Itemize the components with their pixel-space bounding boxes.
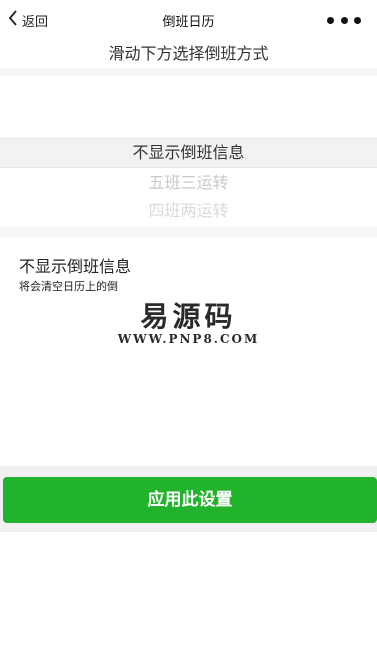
description-text: 将会清空日历上的倒 xyxy=(19,280,118,293)
watermark-logo: 易源码 xyxy=(140,300,237,333)
picker-option[interactable]: 四班两运转 xyxy=(0,198,377,224)
description-panel: 不显示倒班信息 将会清空日历上的倒 xyxy=(0,237,377,466)
description-title: 不显示倒班信息 xyxy=(19,257,132,276)
picker-hint: 滑动下方选择倒班方式 xyxy=(0,40,377,68)
picker-fade xyxy=(0,76,377,136)
button-area: 应用此设置 xyxy=(0,466,377,532)
picker-option-selected[interactable]: 不显示倒班信息 xyxy=(0,140,377,166)
bottom-blank xyxy=(0,532,377,646)
apply-settings-button[interactable]: 应用此设置 xyxy=(3,477,377,523)
more-button[interactable] xyxy=(327,12,361,28)
more-dots-icon xyxy=(354,16,361,24)
page-title: 倒班日历 xyxy=(162,15,215,30)
more-dots-icon xyxy=(340,16,348,24)
page: 返回 倒班日历 滑动下方选择倒班方式 不显示倒班信息 五班三运转 四班两运转 不… xyxy=(0,0,377,646)
more-dots-icon xyxy=(327,16,334,24)
watermark-url: WWW.PNP8.COM xyxy=(117,332,260,346)
navigation-bar: 返回 倒班日历 xyxy=(0,0,377,40)
shift-picker[interactable]: 不显示倒班信息 五班三运转 四班两运转 xyxy=(0,76,377,227)
picker-option[interactable]: 五班三运转 xyxy=(0,170,377,196)
